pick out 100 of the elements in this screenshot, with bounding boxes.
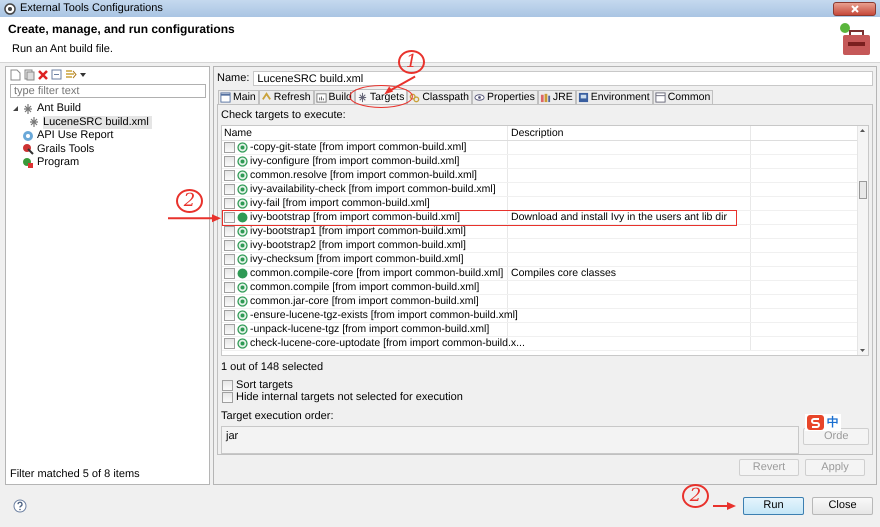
target-name: -copy-git-state [from import common-build.xml] [250, 141, 466, 154]
target-name: ivy-bootstrap [from import common-build.xml] [250, 211, 460, 224]
tab[interactable]: Properties [472, 90, 538, 104]
filter-icon[interactable] [65, 69, 77, 80]
target-name: ivy-bootstrap2 [from import common-build.xml] [250, 239, 466, 252]
target-name: common.compile [from import common-build.xml] [250, 281, 480, 294]
checkbox[interactable] [224, 338, 235, 350]
target-name: ivy-configure [from import common-build.xml] [250, 155, 460, 168]
checkbox[interactable] [224, 240, 235, 252]
checkbox[interactable] [224, 212, 235, 224]
tree-item[interactable]: Program [37, 156, 80, 170]
window-title: External Tools Configurations [20, 2, 163, 16]
checkbox[interactable] [222, 380, 233, 392]
target-icon [237, 268, 248, 280]
tab[interactable]: JRE [538, 90, 576, 104]
app-icon [4, 2, 16, 14]
checkbox[interactable] [224, 296, 235, 308]
target-name: -ensure-lucene-tgz-exists [from import common-build.xml] [250, 309, 518, 322]
globe-icon [22, 130, 34, 142]
tree-item[interactable]: Ant Build [37, 102, 82, 116]
target-name: common.compile-core [from import common-build.xml] [250, 267, 504, 280]
target-icon [237, 212, 248, 224]
input-method-icon [807, 415, 824, 430]
new-configuration-icon[interactable] [10, 68, 21, 80]
targets-prompt: Check targets to execute: [221, 109, 347, 122]
ant-icon [356, 92, 368, 102]
tab[interactable]: Main [218, 90, 259, 104]
order-label: Target execution order: [221, 410, 334, 423]
toolbox-icon [838, 21, 872, 57]
chart-icon [316, 92, 327, 103]
duplicate-icon[interactable] [24, 68, 35, 80]
checkbox[interactable] [224, 198, 235, 210]
selection-summary: 1 out of 148 selected [221, 360, 324, 374]
annotation-arrow [384, 76, 416, 94]
checkbox[interactable] [224, 324, 235, 336]
annotation-number: 2 [682, 484, 709, 508]
dialog-button[interactable]: Run [743, 496, 804, 514]
annotation-number: 2 [176, 189, 203, 214]
target-description: Compiles core classes [511, 267, 616, 280]
tab[interactable]: Environment [576, 90, 653, 104]
target-name: check-lucene-core-uptodate [from import common-build.x... [250, 337, 525, 350]
header-subtitle: Run an Ant build file. [11, 43, 114, 57]
collapse-all-icon[interactable] [51, 69, 62, 80]
order-field[interactable]: jar [221, 426, 799, 454]
checkbox[interactable] [224, 156, 235, 168]
tab[interactable]: Classpath [407, 90, 472, 104]
checkbox[interactable] [222, 392, 233, 404]
close-icon [850, 4, 860, 12]
tree-item[interactable]: LuceneSRC build.xml [43, 116, 152, 129]
target-name: ivy-bootstrap1 [from import common-build.xml] [250, 225, 466, 238]
dialog-button[interactable]: Close [812, 496, 873, 514]
tab[interactable]: Refresh [258, 90, 314, 104]
name-field[interactable]: LuceneSRC build.xml [253, 71, 873, 86]
checkbox[interactable] [224, 184, 235, 196]
tool-icon [22, 143, 34, 156]
target-name: ivy-checksum [from import common-build.xml] [250, 253, 464, 266]
input-method-label: 中 [827, 415, 839, 430]
name-label: Name: [217, 72, 250, 86]
input-method-indicator[interactable]: 中 [805, 414, 841, 431]
filter-field[interactable]: type filter text [10, 84, 206, 98]
ant-icon [22, 102, 34, 115]
tab[interactable]: Targets [354, 89, 408, 104]
expand-toggle-icon[interactable] [12, 105, 19, 112]
chain-icon [409, 92, 420, 103]
checkbox[interactable] [224, 268, 235, 280]
target-name: common.resolve [from import common-build.xml] [250, 169, 477, 182]
ant-icon [28, 116, 40, 128]
checkbox[interactable] [224, 310, 235, 322]
caret-icon[interactable] [80, 72, 86, 76]
option-label[interactable]: Hide internal targets not selected for execution [236, 391, 463, 404]
header-title: Create, manage, and run configurations [8, 22, 236, 36]
scroll-thumb[interactable] [859, 181, 867, 200]
checkbox[interactable] [224, 170, 235, 182]
help-icon[interactable] [13, 498, 27, 512]
eye-icon [474, 92, 486, 103]
delete-icon[interactable] [38, 70, 48, 80]
target-description: Download and install Ivy in the users ant lib dir [511, 211, 727, 224]
annotation-arrow [713, 502, 736, 510]
program-icon [22, 156, 34, 169]
scrollbar[interactable] [857, 126, 868, 355]
window-icon [220, 92, 231, 103]
column-header[interactable]: Description [508, 126, 751, 140]
tab[interactable]: Common [652, 90, 714, 104]
option-label[interactable]: Sort targets [236, 379, 293, 392]
checkbox[interactable] [224, 282, 235, 294]
target-name: -unpack-lucene-tgz [from import common-build.xml] [250, 323, 490, 336]
close-button[interactable] [833, 2, 876, 16]
filter-status: Filter matched 5 of 8 items [9, 468, 141, 482]
tree-item[interactable]: API Use Report [37, 129, 114, 142]
checkbox[interactable] [224, 142, 235, 154]
checkbox[interactable] [224, 226, 235, 238]
column-header[interactable]: Name [222, 126, 508, 140]
target-name: common.jar-core [from import common-build.xml] [250, 295, 479, 308]
annotation-arrow [168, 214, 221, 222]
checkbox[interactable] [224, 254, 235, 266]
target-name: ivy-availability-check [from import common-build.xml] [250, 183, 496, 196]
target-name: ivy-fail [from import common-build.xml] [250, 197, 430, 210]
tree-item[interactable]: Grails Tools [37, 142, 94, 156]
books-icon [540, 92, 551, 103]
annotation-number: 1 [398, 50, 425, 74]
